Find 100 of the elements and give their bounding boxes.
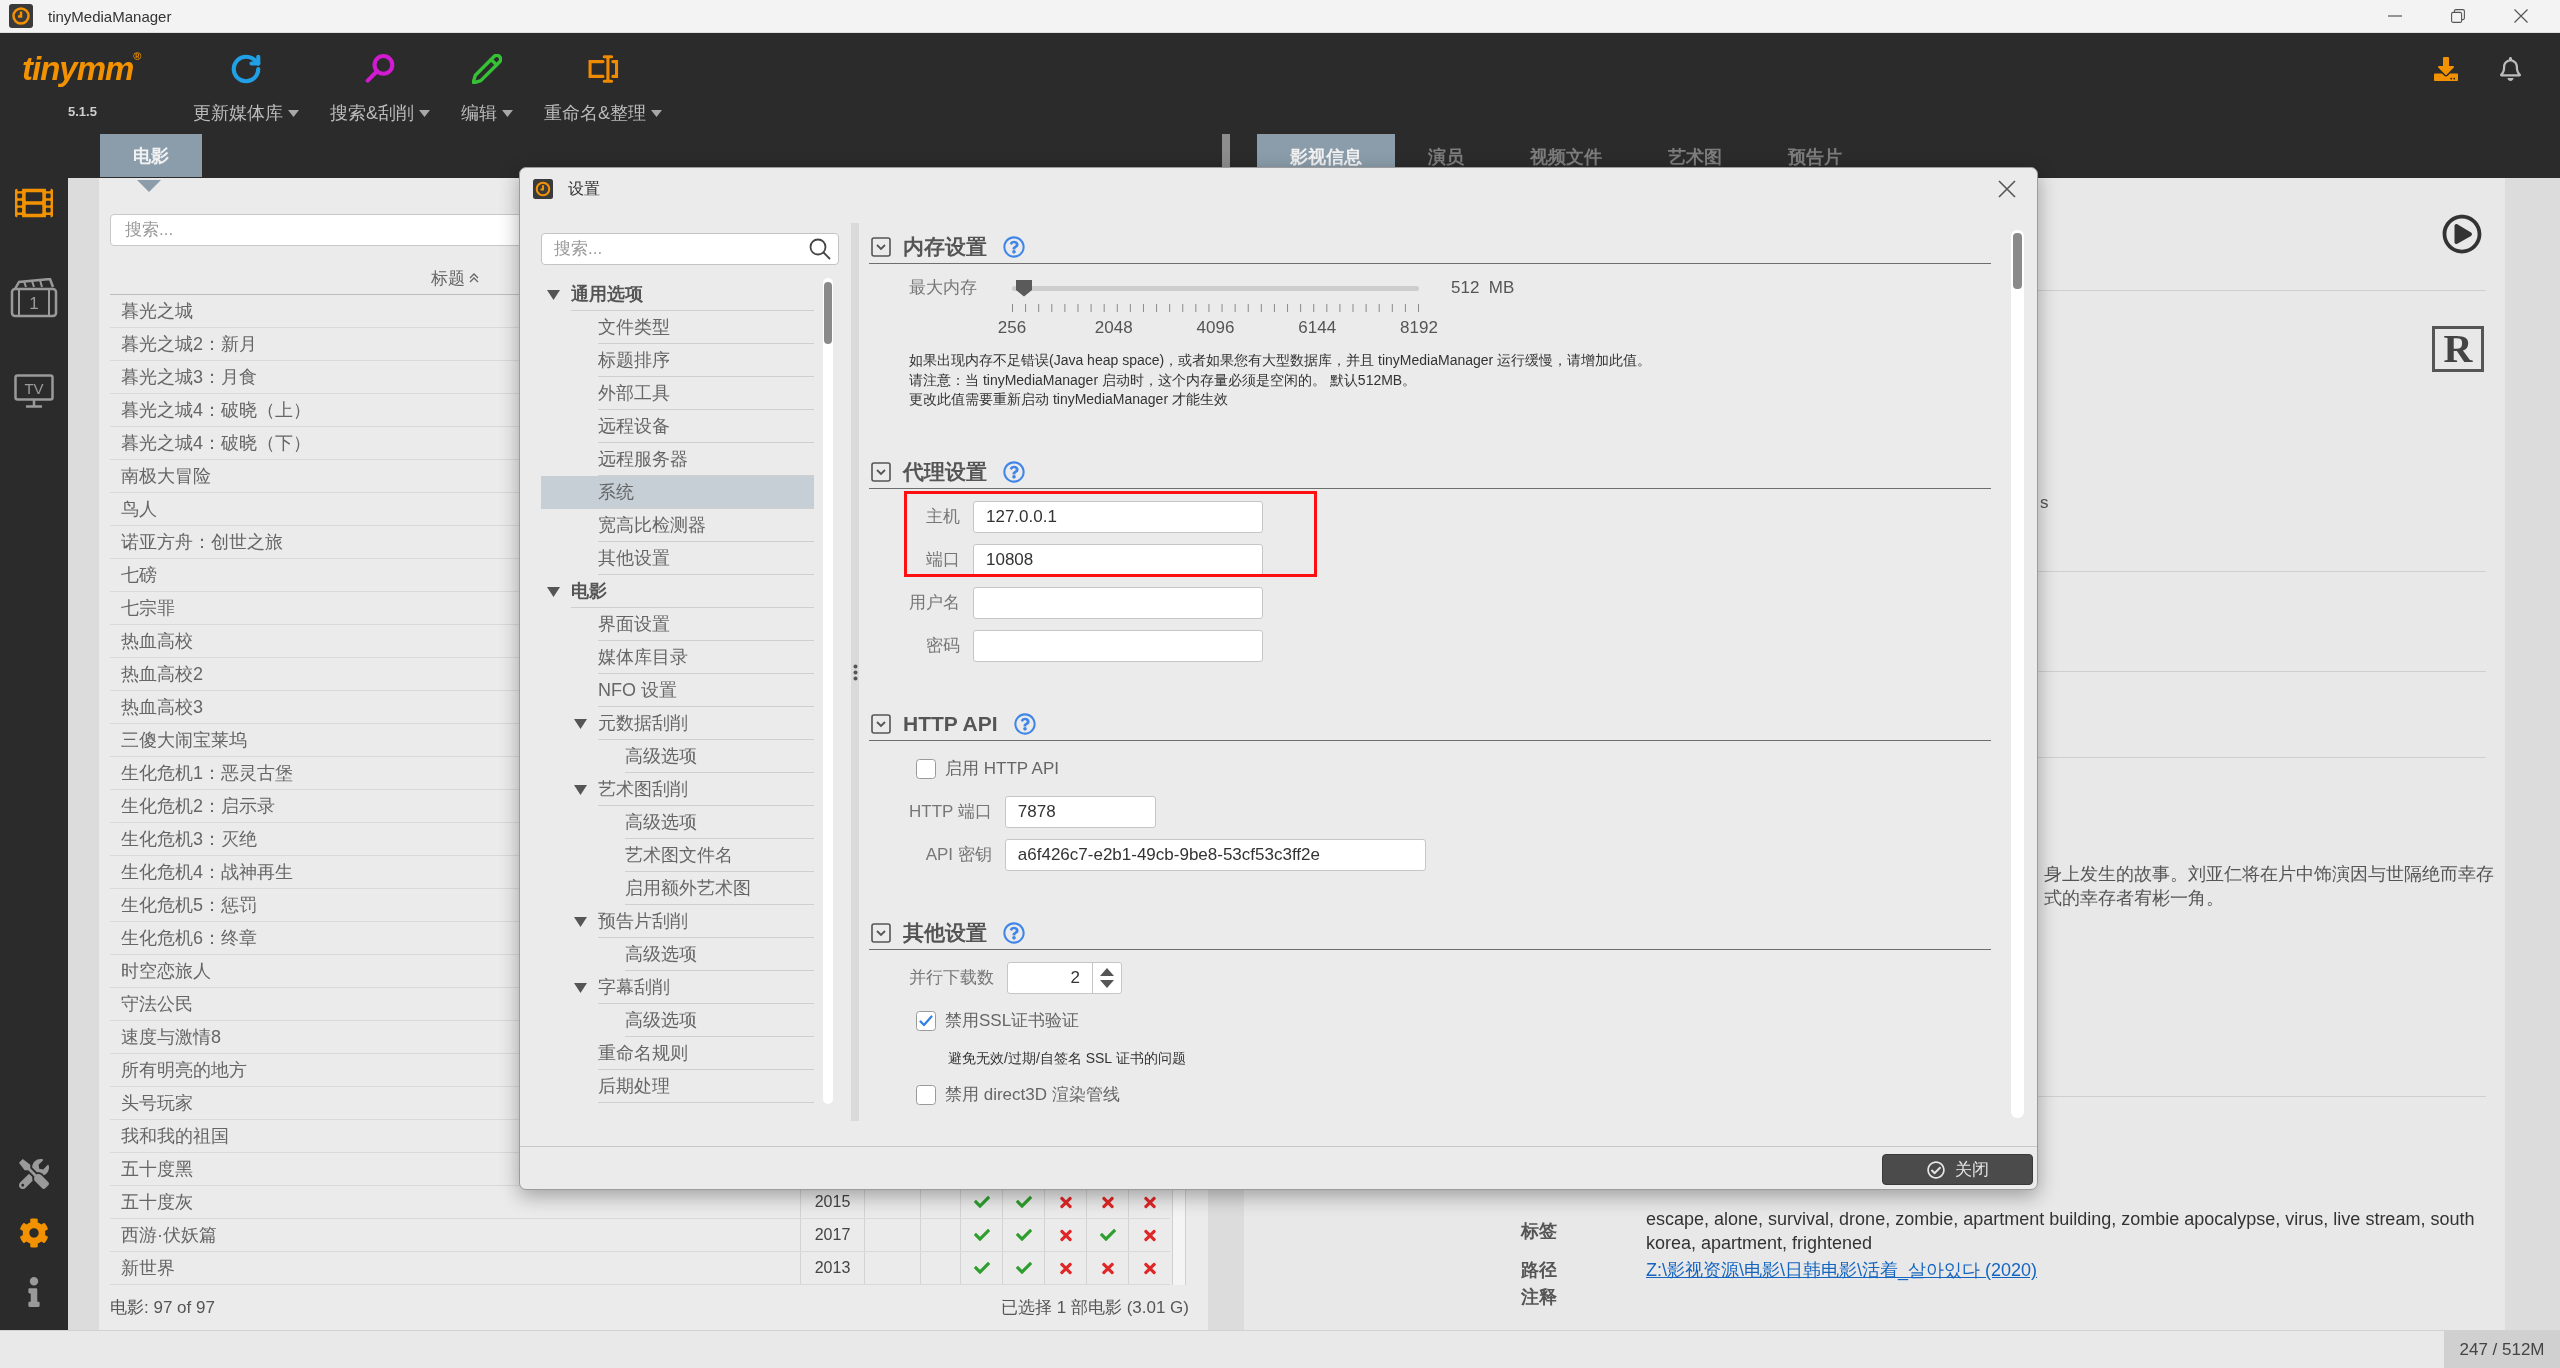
collapse-icon[interactable] [871,713,891,734]
tree-item[interactable]: 文件类型 [541,311,814,344]
help-icon[interactable] [1003,921,1025,944]
scrollbar-thumb[interactable] [824,282,832,344]
drag-dots-icon [852,663,858,681]
help-icon[interactable] [1013,712,1036,735]
file-path-link[interactable]: Z:\影视资源\电影\日韩电影\活着_살아있다 (2020) [1646,1258,2038,1282]
collapse-icon[interactable] [871,461,891,482]
tree-item[interactable]: 后期处理 [541,1070,814,1103]
checkbox[interactable] [916,1084,936,1105]
tree-item[interactable]: 标题排序 [541,344,814,377]
close-button[interactable]: 关闭 [1882,1154,2033,1185]
info-icon[interactable] [28,1277,40,1307]
tab[interactable]: 艺术图 [1635,134,1755,168]
bell-icon[interactable] [2500,57,2521,81]
movie-title: 七宗罪 [121,597,175,620]
caret-down-icon[interactable] [546,288,560,301]
tree-item[interactable]: 媒体库目录 [541,641,814,674]
input-field[interactable]: 7878 [1004,795,1156,828]
tree-item[interactable]: 外部工具 [541,377,814,410]
number-spinner[interactable]: 2 [1007,961,1122,994]
tree-item[interactable]: 远程设备 [541,410,814,443]
close-icon[interactable] [2513,9,2528,23]
scrollbar-thumb[interactable] [2013,233,2022,289]
caret-down-icon[interactable] [573,981,587,994]
tree-item[interactable]: 电影 [541,575,814,608]
tree-item[interactable]: 启用额外艺术图 [541,872,814,905]
tab[interactable]: 视频文件 [1497,134,1635,168]
checkbox[interactable] [916,1010,936,1031]
splitter-handle[interactable] [1222,134,1230,168]
tree-item[interactable]: 高级选项 [541,1004,814,1037]
scrollbar-track[interactable] [2011,230,2024,1118]
slider-thumb[interactable] [1015,278,1034,297]
tree-item[interactable]: 高级选项 [541,740,814,773]
input-field[interactable]: 127.0.0.1 [973,500,1263,533]
tab[interactable]: 预告片 [1755,134,1875,168]
section-title: 代理设置 [903,458,987,485]
movie-title: 我和我的祖国 [121,1125,229,1148]
caret-down-icon[interactable] [546,585,560,598]
movie-title: 暮光之城4：破晓（下） [121,432,311,455]
year-text: 2015 [814,1193,851,1211]
note-text: 请注意：当 tinyMediaManager 启动时，这个内存量必须是空闲的。 默认512MB。 [909,370,1417,390]
tree-item[interactable]: 通用选项 [541,278,814,311]
tree-item[interactable]: 艺术图刮削 [541,773,814,806]
tree-item[interactable]: 高级选项 [541,806,814,839]
tree-item[interactable]: 重命名规则 [541,1037,814,1070]
close-icon[interactable] [1998,180,2016,198]
caret-down-icon[interactable] [573,915,587,928]
rating-badge: R [2432,326,2484,372]
toolbar-button[interactable]: 更新媒体库 [193,49,299,123]
tree-item[interactable]: 宽高比检测器 [541,509,814,542]
tools-icon[interactable] [19,1159,49,1189]
checkbox-label[interactable]: 禁用 direct3D 渲染管线 [945,1083,1120,1106]
movie-title: 暮光之城 [121,300,193,323]
movie-title: 头号玩家 [121,1092,193,1115]
splitter-handle[interactable] [851,223,859,1121]
tree-item[interactable]: 元数据刮削 [541,707,814,740]
help-icon[interactable] [1003,460,1025,483]
movie-title: 三傻大闹宝莱坞 [121,729,247,752]
movie-title: 生化危机1：恶灵古堡 [121,762,293,785]
collapse-icon[interactable] [871,922,891,943]
movie-title: 南极大冒险 [121,465,211,488]
input-field[interactable] [973,629,1263,662]
minimize-icon[interactable] [2387,15,2402,17]
selection-summary: 已选择 1 部电影 (3.01 G) [1001,1297,1189,1319]
help-icon[interactable] [1003,236,1025,258]
search-field[interactable]: 搜索... [541,233,839,265]
tree-item[interactable]: 界面设置 [541,608,814,641]
tree-item[interactable]: 系统 [541,476,814,509]
toolbar-button[interactable]: 编辑 [461,49,513,123]
toolbar-button[interactable]: 搜索&刮削 [330,49,430,123]
tree-item[interactable]: NFO 设置 [541,674,814,707]
tree-item[interactable]: 高级选项 [541,938,814,971]
input-field[interactable]: a6f426c7-e2b1-49cb-9be8-53cf53c3ff2e [1004,838,1426,871]
movie-title: 生化危机6：终章 [121,927,257,950]
column-header[interactable]: 标题 [431,266,479,290]
restore-icon[interactable] [2450,9,2465,23]
checkbox[interactable] [916,758,936,779]
spinner-arrows-icon[interactable] [1100,967,1114,988]
tree-item[interactable]: 其他设置 [541,542,814,575]
tab[interactable]: 影视信息 [1257,134,1395,168]
collapse-icon[interactable] [871,237,891,257]
download-icon[interactable] [2434,57,2458,81]
movie-title: 所有明亮的地方 [121,1059,247,1082]
checkbox-label[interactable]: 启用 HTTP API [945,757,1059,780]
search-icon[interactable] [809,238,831,260]
checkbox-label[interactable]: 禁用SSL证书验证 [945,1009,1080,1032]
tree-item[interactable]: 预告片刮削 [541,905,814,938]
settings-icon[interactable] [19,1218,49,1248]
tab[interactable]: 演员 [1395,134,1497,168]
tree-item[interactable]: 艺术图文件名 [541,839,814,872]
toolbar-button[interactable]: 重命名&整理 [544,49,663,123]
tick-label: 256 [997,318,1027,338]
play-icon[interactable] [2442,214,2482,254]
caret-down-icon[interactable] [573,783,587,796]
caret-down-icon[interactable] [573,717,587,730]
input-field[interactable]: 10808 [973,543,1263,576]
tree-item[interactable]: 字幕刮削 [541,971,814,1004]
input-field[interactable] [973,586,1263,619]
scrollbar-track[interactable] [823,278,833,1104]
